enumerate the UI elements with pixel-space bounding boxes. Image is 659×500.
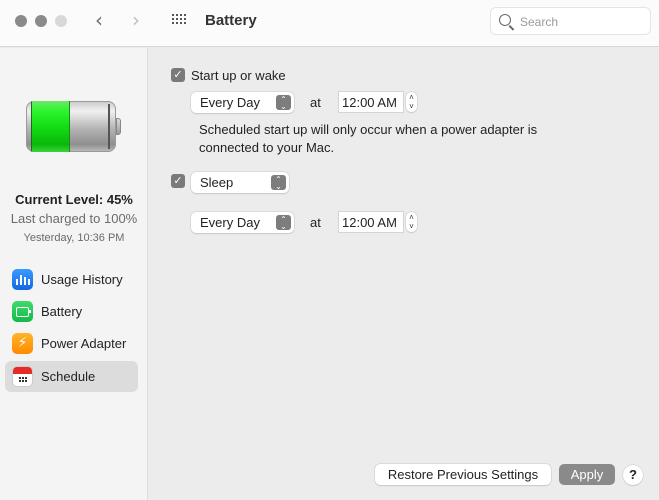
sleep-time-field[interactable]: 12:00 AM bbox=[338, 211, 404, 233]
help-button[interactable]: ? bbox=[623, 465, 643, 485]
sleep-at-label: at bbox=[310, 215, 321, 230]
search-field[interactable]: Search bbox=[490, 7, 651, 35]
sleep-frequency-popup[interactable]: Every Day ⌃ ⌄ bbox=[191, 212, 294, 233]
sidebar-item-label: Battery bbox=[41, 304, 83, 319]
sidebar-item-power-adapter[interactable]: ⚡ Power Adapter bbox=[5, 328, 138, 359]
sleep-time-value: 12:00 AM bbox=[342, 215, 397, 230]
sleep-action-popup[interactable]: Sleep ⌃ ⌄ bbox=[191, 172, 289, 193]
popup-arrows-icon: ⌃ ⌄ bbox=[276, 215, 291, 231]
power-adapter-icon: ⚡ bbox=[12, 333, 33, 354]
search-placeholder: Search bbox=[520, 15, 559, 29]
battery-level-fill bbox=[31, 101, 70, 152]
sleep-frequency-value: Every Day bbox=[200, 215, 260, 230]
title-bar: ‹ › Battery Search bbox=[0, 0, 659, 47]
sidebar: Current Level: 45% Last charged to 100% … bbox=[0, 48, 148, 500]
search-icon bbox=[499, 14, 511, 26]
minimize-window-button[interactable] bbox=[35, 15, 47, 27]
battery-icon bbox=[12, 301, 33, 322]
sidebar-item-battery[interactable]: Battery bbox=[5, 296, 138, 327]
popup-arrows-icon: ⌃ ⌄ bbox=[271, 175, 286, 191]
startup-label: Start up or wake bbox=[191, 68, 286, 83]
sidebar-item-schedule[interactable]: Schedule bbox=[5, 361, 138, 392]
startup-frequency-popup[interactable]: Every Day ⌃ ⌄ bbox=[191, 92, 294, 113]
sleep-action-value: Sleep bbox=[200, 175, 234, 190]
current-level-text: Current Level: 45% bbox=[15, 192, 133, 207]
startup-note: Scheduled start up will only occur when … bbox=[199, 122, 538, 155]
last-charged-time: Yesterday, 10:36 PM bbox=[23, 232, 125, 244]
last-charged-text: Last charged to 100% bbox=[10, 211, 138, 226]
zoom-window-button[interactable] bbox=[55, 15, 67, 27]
sidebar-item-label: Power Adapter bbox=[41, 336, 127, 351]
show-all-grid-icon[interactable] bbox=[172, 14, 188, 26]
startup-checkbox[interactable]: ✓ bbox=[171, 68, 185, 82]
sidebar-item-label: Usage History bbox=[41, 272, 123, 287]
forward-button[interactable]: › bbox=[132, 10, 140, 30]
battery-level-icon bbox=[26, 101, 116, 152]
startup-time-field[interactable]: 12:00 AM bbox=[338, 91, 404, 113]
restore-previous-settings-button[interactable]: Restore Previous Settings bbox=[375, 464, 551, 485]
close-window-button[interactable] bbox=[15, 15, 27, 27]
back-button[interactable]: ‹ bbox=[95, 10, 103, 30]
schedule-icon bbox=[12, 366, 33, 387]
startup-time-value: 12:00 AM bbox=[342, 95, 397, 110]
battery-end-line bbox=[108, 104, 110, 149]
sleep-checkbox[interactable]: ✓ bbox=[171, 174, 185, 188]
startup-time-stepper[interactable]: ˄ ˅ bbox=[406, 92, 417, 112]
sleep-time-stepper[interactable]: ˄ ˅ bbox=[406, 212, 417, 232]
sidebar-item-usage-history[interactable]: Usage History bbox=[5, 264, 138, 295]
startup-frequency-value: Every Day bbox=[200, 95, 260, 110]
apply-button[interactable]: Apply bbox=[559, 464, 615, 485]
battery-terminal bbox=[116, 118, 121, 135]
window-title: Battery bbox=[205, 12, 257, 29]
popup-arrows-icon: ⌃ ⌄ bbox=[276, 95, 291, 111]
usage-history-icon bbox=[12, 269, 33, 290]
startup-at-label: at bbox=[310, 95, 321, 110]
sidebar-item-label: Schedule bbox=[41, 369, 96, 384]
